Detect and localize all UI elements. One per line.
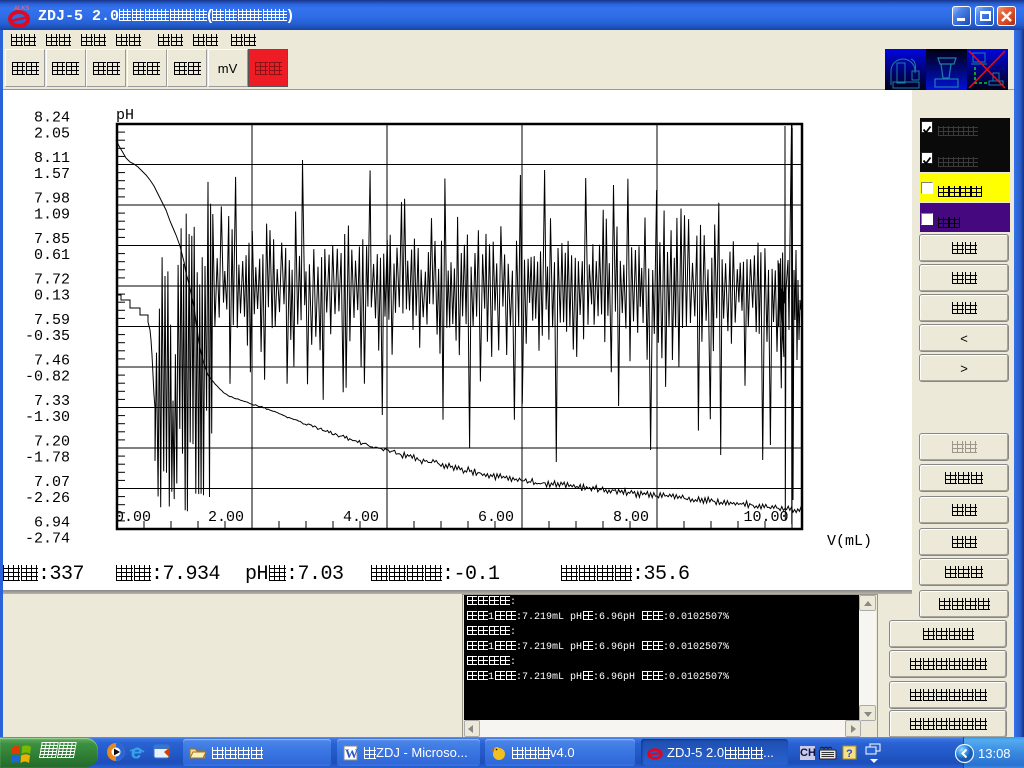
svg-text:W: W — [345, 746, 358, 761]
svg-text:e: e — [131, 742, 142, 762]
svg-text:8.00: 8.00 — [613, 509, 649, 526]
svg-text:-0.35: -0.35 — [25, 328, 70, 345]
svg-text:6.00: 6.00 — [478, 509, 514, 526]
svg-text:7.46: 7.46 — [34, 353, 70, 370]
svg-text:2.00: 2.00 — [208, 509, 244, 526]
svg-text:7.72: 7.72 — [34, 272, 70, 289]
svg-text:pH: pH — [116, 107, 134, 124]
svg-text:1.57: 1.57 — [34, 166, 70, 183]
svg-text:-2.74: -2.74 — [25, 531, 70, 548]
svg-text:1.09: 1.09 — [34, 207, 70, 224]
svg-text:10.00: 10.00 — [743, 509, 788, 526]
svg-text:4.00: 4.00 — [343, 509, 379, 526]
svg-text:-1.30: -1.30 — [25, 409, 70, 426]
svg-text:6.94: 6.94 — [34, 515, 70, 532]
svg-text:0.61: 0.61 — [34, 247, 70, 264]
svg-text:0.00: 0.00 — [115, 509, 151, 526]
svg-text:?: ? — [846, 748, 853, 760]
svg-text:-2.26: -2.26 — [25, 490, 70, 507]
svg-text:7.20: 7.20 — [34, 434, 70, 451]
svg-text:8.24: 8.24 — [34, 110, 70, 127]
svg-text:7.85: 7.85 — [34, 231, 70, 248]
svg-text:7.59: 7.59 — [34, 312, 70, 329]
svg-text:2.05: 2.05 — [34, 126, 70, 143]
svg-text:7.07: 7.07 — [34, 474, 70, 491]
svg-text:0.13: 0.13 — [34, 288, 70, 305]
svg-text:7.98: 7.98 — [34, 191, 70, 208]
svg-text:-1.78: -1.78 — [25, 450, 70, 467]
svg-text:V(mL): V(mL) — [827, 533, 872, 550]
svg-text:7.33: 7.33 — [34, 393, 70, 410]
svg-text:-0.82: -0.82 — [25, 369, 70, 386]
svg-text:8.11: 8.11 — [34, 150, 70, 167]
